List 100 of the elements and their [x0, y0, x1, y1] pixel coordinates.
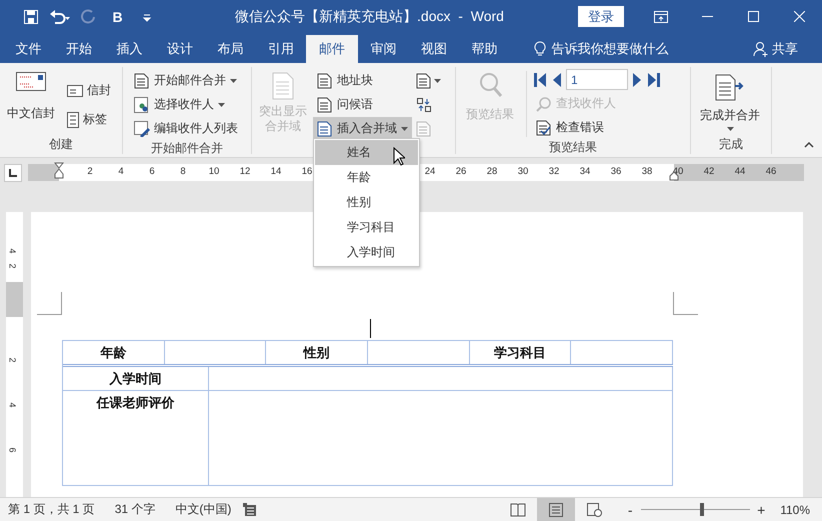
tab-selector-button[interactable]: [4, 164, 22, 182]
envelopes-button[interactable]: 信封: [63, 79, 115, 102]
menu-item[interactable]: 入学时间: [315, 240, 418, 265]
ribbon-tab[interactable]: 文件: [3, 35, 54, 63]
text-cursor: [370, 319, 371, 338]
zoom-in-button[interactable]: +: [754, 502, 768, 518]
ruler-number: 40: [672, 166, 684, 177]
minimize-icon[interactable]: [702, 16, 712, 18]
zoom-level: 110%: [780, 502, 810, 516]
ruler-number: 2: [8, 358, 18, 362]
ruler-number: 10: [208, 166, 220, 177]
envelope-icon: [16, 72, 46, 92]
insert-merge-field-button[interactable]: 插入合并域: [313, 117, 412, 140]
ribbon-tab[interactable]: 插入: [104, 35, 154, 63]
ruler-number: 6: [8, 448, 18, 452]
menu-item[interactable]: 性别: [315, 190, 418, 215]
document-check-icon: [536, 120, 552, 136]
left-tab-icon: [9, 168, 17, 176]
group-label: 开始邮件合并: [150, 140, 224, 157]
maximize-icon[interactable]: [748, 11, 758, 22]
customize-caret-icon[interactable]: [142, 12, 152, 22]
page-icon: [548, 502, 564, 516]
ribbon-tab[interactable]: 帮助: [459, 35, 510, 63]
ribbon-tab[interactable]: 开始: [54, 35, 104, 63]
ribbon-display-icon[interactable]: [654, 10, 668, 22]
ruler-number: 4: [8, 248, 18, 254]
undo-icon[interactable]: [48, 8, 70, 24]
list-pencil-icon: [134, 120, 150, 136]
table-cell: 任课老师评价: [63, 391, 209, 485]
record-field[interactable]: 1: [566, 69, 628, 90]
book-icon: [510, 502, 526, 516]
macro-icon[interactable]: [243, 503, 256, 516]
ruler-number: 44: [734, 166, 746, 177]
labels-button[interactable]: 标签: [63, 108, 115, 131]
collapse-ribbon-icon[interactable]: [804, 142, 814, 148]
table-cell: 入学时间: [63, 367, 209, 390]
caret-icon: [401, 126, 408, 130]
greeting-line-button[interactable]: 问候语: [313, 93, 412, 116]
last-record-icon[interactable]: [648, 72, 660, 86]
next-record-icon[interactable]: [633, 72, 643, 86]
ruler-number: 24: [424, 166, 436, 177]
ruler-number: 6: [149, 166, 155, 177]
ruler-margin: [6, 282, 23, 317]
ruler-number: 4: [8, 402, 18, 408]
envelope-icon: [67, 84, 83, 96]
previous-record-icon[interactable]: [551, 72, 561, 86]
ruler-number: 26: [456, 166, 466, 177]
check-errors-button[interactable]: 检查错误: [532, 116, 662, 139]
ruler-number: 2: [8, 264, 18, 268]
zoom-out-button[interactable]: -: [623, 502, 638, 518]
web-page-icon: [586, 502, 602, 516]
tell-me-search[interactable]: 告诉我你想要做什么: [552, 40, 668, 58]
ruler-number: 38: [642, 166, 652, 177]
ribbon-tab[interactable]: 审阅: [358, 35, 408, 63]
menu-item[interactable]: 学习科目: [315, 215, 418, 240]
ribbon-tab[interactable]: 引用: [256, 35, 306, 63]
ruler-number: 36: [610, 166, 622, 177]
ribbon-tab[interactable]: 布局: [205, 35, 256, 63]
ruler-margin: [28, 164, 59, 181]
caret-icon: [230, 78, 237, 82]
ribbon-tab[interactable]: 视图: [408, 35, 459, 63]
person-add-icon: [753, 41, 769, 57]
mouse-pointer-icon: [393, 147, 405, 166]
ruler-number: 28: [486, 166, 498, 177]
share-button[interactable]: 共享: [753, 35, 798, 63]
people-list-icon: [134, 96, 150, 112]
zoom-slider-thumb[interactable]: [700, 503, 704, 516]
chinese-envelope-button[interactable]: 中文信封: [3, 67, 59, 136]
first-record-icon[interactable]: [534, 72, 546, 86]
print-layout-button[interactable]: [537, 498, 576, 521]
ruler-number: 42: [704, 166, 714, 177]
select-recipients-button[interactable]: 选择收件人: [130, 93, 242, 116]
ribbon-tab[interactable]: 设计: [154, 35, 205, 63]
language: 中文(中国): [175, 501, 232, 518]
start-mail-merge-button[interactable]: 开始邮件合并: [130, 69, 242, 92]
page-count: 第 1 页，共 1 页: [8, 501, 95, 518]
group-label: 创建: [48, 136, 74, 153]
edit-recipient-list-button[interactable]: 编辑收件人列表: [130, 117, 242, 140]
window-title: 微信公众号【新精英充电站】.docx - Word: [234, 8, 505, 26]
ribbon-tab[interactable]: 邮件: [306, 35, 358, 63]
caret-icon: [726, 127, 734, 131]
ruler-number: 46: [766, 166, 776, 177]
ruler-number: 14: [270, 166, 282, 177]
lightbulb-icon: [534, 41, 546, 57]
menu-item[interactable]: 姓名: [315, 140, 418, 165]
bold-button[interactable]: B: [103, 0, 132, 33]
table-cell: 年龄: [63, 341, 165, 364]
group-label: 完成: [718, 136, 744, 153]
label-sheet-icon: [67, 112, 79, 128]
finish-merge-button[interactable]: 完成并合并: [694, 67, 766, 136]
crop-mark: [673, 292, 698, 315]
login-button[interactable]: 登录: [578, 6, 624, 27]
save-icon[interactable]: [22, 8, 38, 24]
document-icon: [317, 96, 333, 112]
menu-item[interactable]: 年龄: [315, 165, 418, 190]
ruler-number: 12: [240, 166, 250, 177]
close-icon[interactable]: [794, 11, 804, 22]
address-block-button[interactable]: 地址块: [313, 69, 412, 92]
search-icon: [536, 96, 552, 112]
word-count: 31 个字: [114, 501, 156, 518]
